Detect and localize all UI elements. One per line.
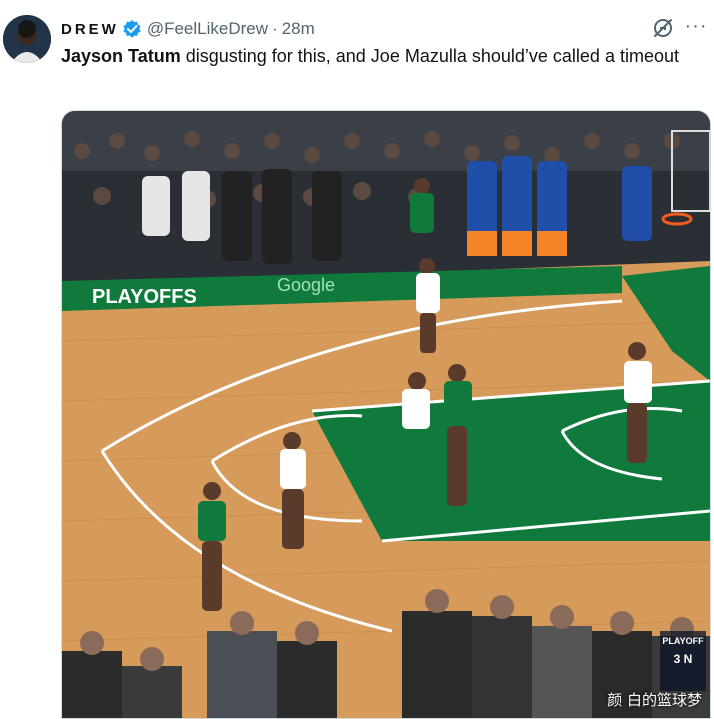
verified-badge-icon (122, 19, 142, 39)
separator: · (272, 19, 278, 38)
tweet-text-mention: Jayson Tatum (61, 46, 181, 66)
more-options-icon[interactable]: ··· (684, 16, 708, 39)
game-badge-text: PLAYOFF (662, 636, 704, 646)
watermark: 颜 白的篮球梦 (607, 691, 702, 709)
timestamp[interactable]: 28m (282, 19, 315, 39)
tweet-video[interactable]: PLAYOFFS Google PLAYOFF 3 N 颜 白的篮球梦 (61, 110, 711, 719)
tweet-text-body: disgusting for this, and Joe Mazulla sho… (180, 46, 679, 66)
tweet-header: DREW @FeelLikeDrew · 28m (61, 17, 315, 41)
game-badge: PLAYOFF 3 N (660, 631, 706, 691)
court-banner-text: PLAYOFFS (92, 286, 197, 308)
court-sponsor-text: Google (277, 275, 335, 295)
avatar[interactable] (3, 15, 51, 63)
game-badge-sub: 3 N (673, 652, 693, 666)
display-name[interactable]: DREW (61, 21, 119, 38)
grok-icon[interactable] (652, 17, 674, 39)
user-handle[interactable]: @FeelLikeDrew (147, 19, 268, 39)
tweet-text: Jayson Tatum disgusting for this, and Jo… (61, 44, 701, 69)
